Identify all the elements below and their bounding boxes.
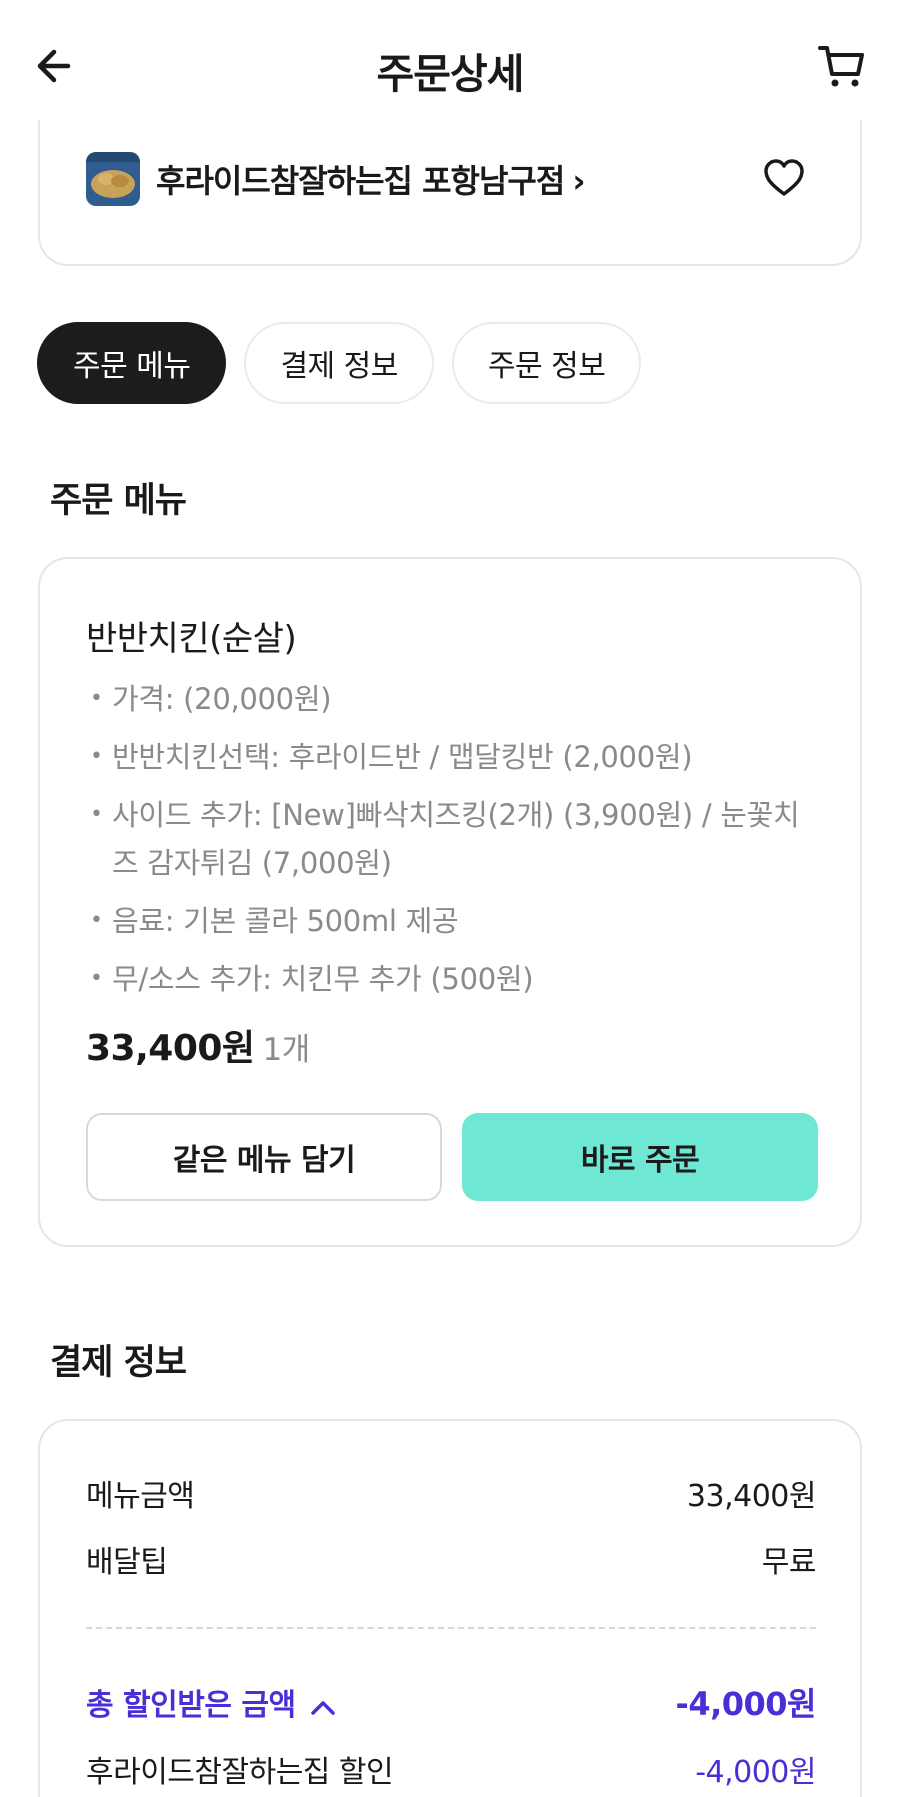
menu-item-price-row: 33,400원 1개 <box>86 1019 310 1071</box>
menu-item-price: 33,400원 <box>86 1028 255 1069</box>
store-name-link[interactable]: 후라이드참잘하는집 포항남구점 › <box>156 156 586 202</box>
payment-info-heading: 결제 정보 <box>50 1343 187 1383</box>
add-same-menu-button[interactable]: 같은 메뉴 담기 <box>86 1113 442 1201</box>
menu-option: 무/소스 추가: 치킨무 추가 (500원) <box>90 955 810 1003</box>
store-name: 후라이드참잘하는집 포항남구점 <box>156 162 565 200</box>
payment-card: 메뉴금액 33,400원 배달팁 무료 총 할인받은 금액 -4,000원 후라… <box>38 1419 862 1797</box>
discount-total-toggle[interactable]: 총 할인받은 금액 <box>86 1680 336 1724</box>
menu-options-list: 가격: (20,000원) 반반치킨선택: 후라이드반 / 맵달킹반 (2,00… <box>90 675 810 1013</box>
cart-icon <box>818 46 864 87</box>
payment-row-delivery-tip: 배달팁 무료 <box>86 1537 817 1581</box>
discount-item-row: 후라이드참잘하는집 할인 -4,000원 <box>86 1747 816 1791</box>
menu-option: 음료: 기본 콜라 500ml 제공 <box>90 897 810 945</box>
tab-order-menu[interactable]: 주문 메뉴 <box>37 322 227 404</box>
chevron-right-icon: › <box>572 162 585 200</box>
chevron-up-icon <box>310 1700 335 1715</box>
payment-row-menu-amount: 메뉴금액 33,400원 <box>86 1471 817 1515</box>
top-app-bar: 주문상세 <box>0 0 900 120</box>
menu-item-quantity: 1개 <box>262 1032 311 1068</box>
payment-row-label: 배달팁 <box>86 1545 168 1580</box>
heart-icon <box>764 159 804 196</box>
discount-item-value: -4,000원 <box>695 1755 816 1790</box>
payment-row-label: 메뉴금액 <box>86 1479 195 1514</box>
payment-row-value: 무료 <box>761 1545 817 1580</box>
dashed-divider <box>86 1627 816 1629</box>
discount-total-value: -4,000원 <box>675 1685 817 1723</box>
menu-item-name: 반반치킨(순살) <box>86 619 297 659</box>
discount-total-row: 총 할인받은 금액 -4,000원 <box>86 1679 817 1725</box>
menu-item-card: 반반치킨(순살) 가격: (20,000원) 반반치킨선택: 후라이드반 / 맵… <box>38 557 862 1247</box>
menu-option: 가격: (20,000원) <box>90 675 810 723</box>
menu-option: 사이드 추가: [New]빠삭치즈킹(2개) (3,900원) / 눈꽃치즈 감… <box>90 791 810 887</box>
menu-option: 반반치킨선택: 후라이드반 / 맵달킹반 (2,000원) <box>90 733 810 781</box>
order-menu-heading: 주문 메뉴 <box>50 481 187 521</box>
tab-order-info[interactable]: 주문 정보 <box>451 322 642 404</box>
tab-payment-info[interactable]: 결제 정보 <box>244 322 434 404</box>
section-tabs: 주문 메뉴 결제 정보 주문 정보 <box>37 322 642 404</box>
favorite-button[interactable] <box>762 156 806 200</box>
cart-button[interactable] <box>814 38 870 94</box>
order-now-button[interactable]: 바로 주문 <box>462 1113 818 1201</box>
payment-row-value: 33,400원 <box>686 1479 817 1514</box>
discount-item-label: 후라이드참잘하는집 할인 <box>86 1755 394 1790</box>
store-thumbnail <box>86 152 140 206</box>
page-title: 주문상세 <box>376 50 525 98</box>
discount-total-label: 총 할인받은 금액 <box>86 1688 296 1723</box>
